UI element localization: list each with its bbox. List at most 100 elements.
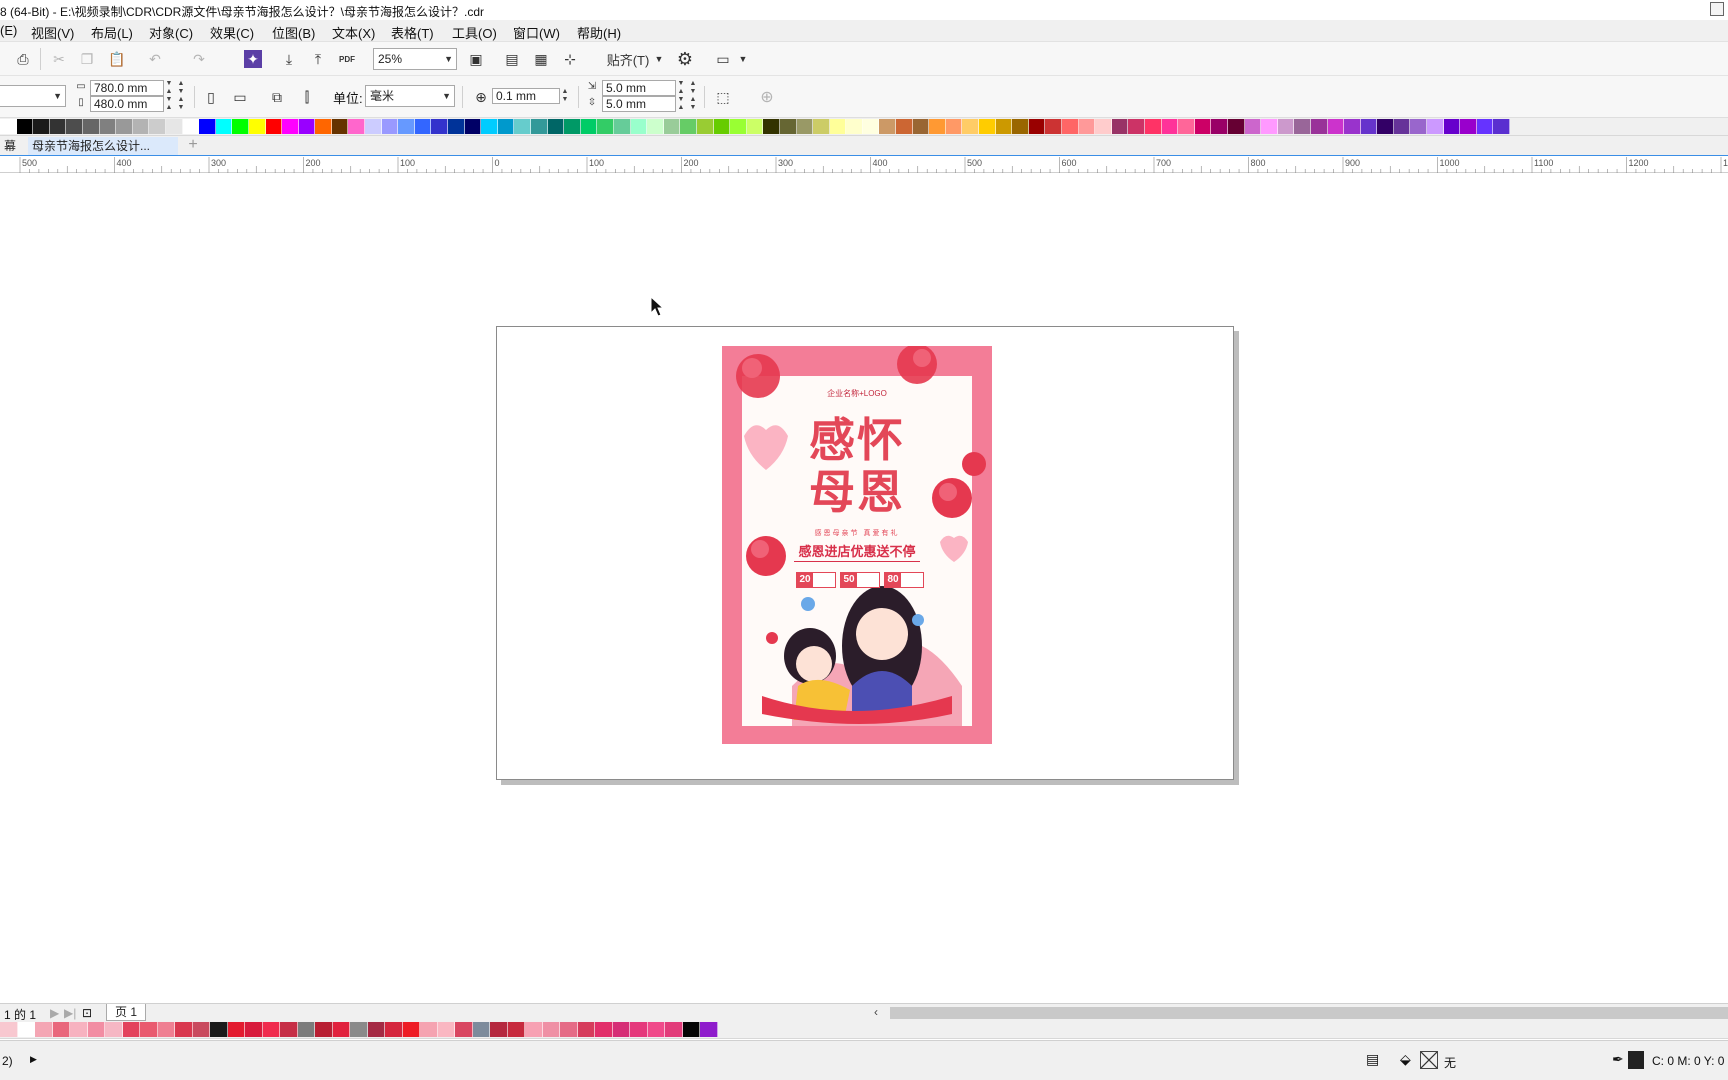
menu-table[interactable]: 表格(T) [391, 23, 434, 42]
color-swatch[interactable] [414, 119, 432, 134]
redo-icon[interactable]: ↷ [188, 48, 210, 70]
color-swatch[interactable] [763, 119, 780, 134]
color-swatch[interactable] [647, 1022, 665, 1037]
duplicate-x-field[interactable]: 5.0 mm [602, 80, 676, 96]
color-swatch[interactable] [1360, 119, 1378, 134]
menu-layout[interactable]: 布局(L) [91, 23, 133, 42]
color-swatch[interactable] [262, 1022, 280, 1037]
color-swatch[interactable] [682, 1022, 700, 1037]
color-swatch[interactable] [829, 119, 847, 134]
color-swatch[interactable] [663, 119, 681, 134]
color-swatch[interactable] [564, 119, 581, 134]
color-swatch[interactable] [1377, 119, 1394, 134]
color-swatch[interactable] [680, 119, 697, 134]
color-swatch[interactable] [437, 1022, 455, 1037]
guidelines-icon[interactable]: ⊹ [559, 48, 581, 70]
color-swatch[interactable] [215, 119, 233, 134]
fill-bucket-icon[interactable]: ⬙ [1400, 1051, 1411, 1068]
color-swatch[interactable] [1443, 119, 1461, 134]
print-icon[interactable]: ⎙ [12, 48, 34, 70]
color-swatch[interactable] [192, 1022, 210, 1037]
color-swatch[interactable] [282, 119, 299, 134]
color-swatch[interactable] [1460, 119, 1477, 134]
color-swatch[interactable] [862, 119, 880, 134]
color-swatch[interactable] [122, 1022, 140, 1037]
color-swatch[interactable] [464, 119, 482, 134]
color-swatch[interactable] [929, 119, 946, 134]
color-swatch[interactable] [455, 1022, 473, 1037]
expand-status-icon[interactable]: ▶ [30, 1054, 37, 1065]
color-swatch[interactable] [481, 119, 498, 134]
color-swatch[interactable] [402, 1022, 420, 1037]
color-swatch[interactable] [1476, 119, 1494, 134]
page-height-field[interactable]: 480.0 mm [90, 96, 164, 112]
color-swatch[interactable] [199, 119, 216, 134]
add-icon[interactable]: ⊕ [756, 86, 778, 108]
chevron-down-icon[interactable]: ▼ [442, 86, 451, 106]
color-swatch[interactable] [912, 119, 930, 134]
color-swatch[interactable] [332, 1022, 350, 1037]
menu-bitmap[interactable]: 位图(B) [272, 23, 315, 42]
color-profile-icon[interactable]: ▤ [1366, 1051, 1379, 1068]
tab-welcome[interactable]: 幕 [0, 137, 20, 155]
color-swatch[interactable] [297, 1022, 315, 1037]
color-swatch[interactable] [945, 119, 963, 134]
color-swatch[interactable] [398, 119, 415, 134]
color-swatch[interactable] [66, 119, 83, 134]
color-swatch[interactable] [331, 119, 349, 134]
cut-icon[interactable]: ✂ [48, 48, 70, 70]
color-swatch[interactable] [1277, 119, 1295, 134]
color-swatch[interactable] [367, 1022, 385, 1037]
options-gear-icon[interactable]: ⚙ [674, 48, 696, 70]
height-stepper-icon[interactable]: ▲ ▼ [176, 96, 186, 112]
drawing-canvas[interactable]: 企业名称+LOGO 感怀 母恩 感恩母亲节 真爱有礼 感恩进店优惠送不停 20 … [0, 173, 1728, 1003]
window-control-icon[interactable] [1710, 2, 1724, 16]
current-page-icon[interactable]: ⫿ [296, 86, 318, 108]
rulers-icon[interactable]: ▤ [501, 48, 523, 70]
color-swatch[interactable] [542, 1022, 560, 1037]
color-swatch[interactable] [175, 1022, 193, 1037]
portrait-page-icon[interactable]: ▯ [200, 86, 222, 108]
mothers-day-poster[interactable]: 企业名称+LOGO 感怀 母恩 感恩母亲节 真爱有礼 感恩进店优惠送不停 20 … [722, 346, 992, 744]
color-swatch[interactable] [149, 119, 166, 134]
next-page-icon[interactable]: ▶ [50, 1006, 59, 1020]
menu-edit[interactable]: (E) [0, 23, 17, 38]
color-swatch[interactable] [580, 119, 598, 134]
color-swatch[interactable] [1012, 119, 1029, 134]
width-stepper-icon[interactable]: ▲ ▼ [176, 80, 186, 96]
scroll-left-icon[interactable]: ‹ [874, 1005, 878, 1019]
no-fill-icon[interactable] [1420, 1051, 1438, 1069]
copy-icon[interactable]: ❐ [76, 48, 98, 70]
dup-y-stepper-icon[interactable]: ▲ ▼ [688, 96, 698, 112]
application-launcher-icon[interactable]: ▭ [712, 48, 734, 70]
color-swatch[interactable] [1178, 119, 1195, 134]
export-icon[interactable]: ⤒ [307, 48, 329, 70]
color-swatch[interactable] [385, 1022, 403, 1037]
color-swatch[interactable] [1427, 119, 1444, 134]
color-swatch[interactable] [547, 119, 565, 134]
menu-effects[interactable]: 效果(C) [210, 23, 254, 42]
menu-view[interactable]: 视图(V) [31, 23, 74, 42]
corel-connect-icon[interactable]: ✦ [244, 50, 262, 68]
color-swatch[interactable] [227, 1022, 245, 1037]
height-spinner-icon[interactable]: ▼ ▲ [164, 96, 174, 112]
all-pages-icon[interactable]: ⧉ [266, 86, 288, 108]
color-swatch[interactable] [431, 119, 449, 134]
color-swatch[interactable] [979, 119, 996, 134]
color-swatch[interactable] [962, 119, 980, 134]
color-swatch[interactable] [472, 1022, 490, 1037]
color-swatch[interactable] [381, 119, 399, 134]
horizontal-scrollbar[interactable] [890, 1007, 1728, 1019]
color-swatch[interactable] [420, 1022, 438, 1037]
color-swatch[interactable] [577, 1022, 595, 1037]
color-swatch[interactable] [700, 1022, 718, 1037]
color-swatch[interactable] [1161, 119, 1179, 134]
color-swatch[interactable] [49, 119, 67, 134]
color-swatch[interactable] [1211, 119, 1228, 134]
color-swatch[interactable] [531, 119, 548, 134]
color-swatch[interactable] [16, 119, 34, 134]
color-swatch[interactable] [280, 1022, 298, 1037]
duplicate-y-field[interactable]: 5.0 mm [602, 96, 676, 112]
color-swatch[interactable] [630, 1022, 648, 1037]
color-swatch[interactable] [448, 119, 465, 134]
